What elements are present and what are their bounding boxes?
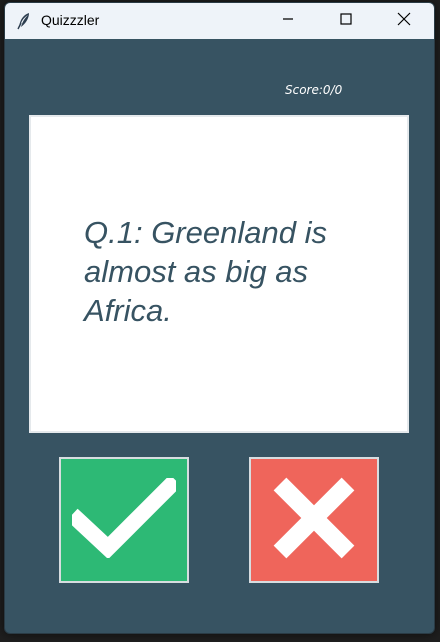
title-bar[interactable]: Quizzzler (5, 3, 434, 39)
feather-icon (15, 12, 33, 30)
close-icon (397, 12, 411, 31)
minimize-icon (282, 12, 294, 30)
maximize-icon (340, 12, 352, 30)
false-button[interactable] (249, 457, 379, 583)
true-button[interactable] (59, 457, 189, 583)
question-card: Q.1: Greenland is almost as big as Afric… (29, 115, 409, 433)
cross-icon (272, 476, 356, 565)
question-text: Q.1: Greenland is almost as big as Afric… (84, 215, 327, 328)
maximize-button[interactable] (323, 3, 369, 39)
checkmark-icon (66, 474, 182, 563)
window-title: Quizzzler (41, 12, 100, 28)
score-label: Score:0/0 (285, 83, 343, 97)
app-window: Quizzzler Score:0/0 Q.1: Greenland is al… (4, 2, 435, 634)
close-button[interactable] (381, 3, 427, 39)
minimize-button[interactable] (265, 3, 311, 39)
